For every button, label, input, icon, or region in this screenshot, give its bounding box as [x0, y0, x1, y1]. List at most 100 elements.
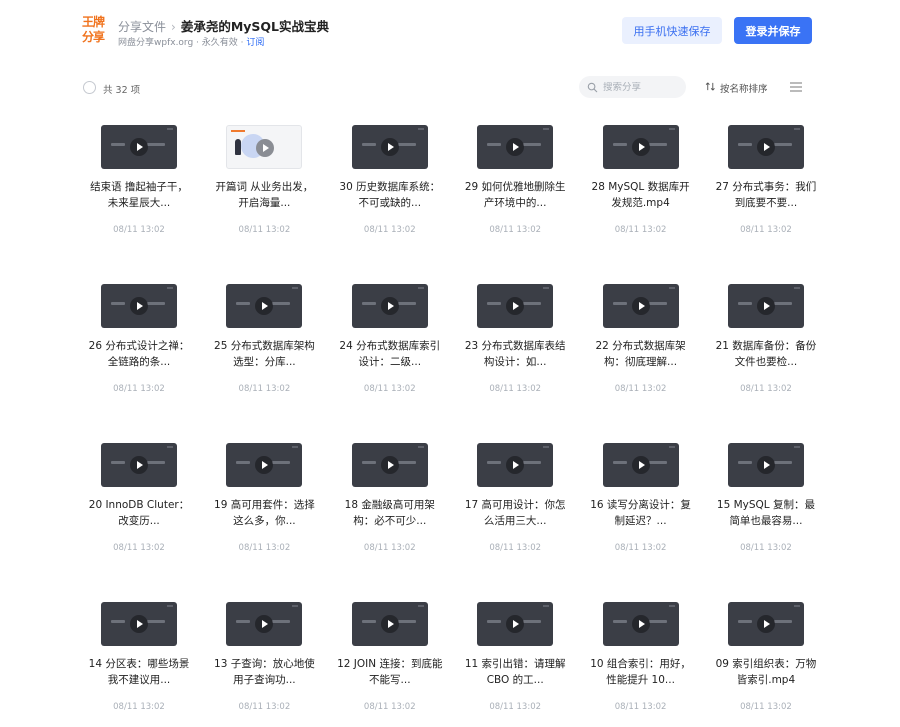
video-thumbnail[interactable]: [727, 602, 804, 646]
file-date: 08/11 13:02: [113, 543, 165, 553]
play-icon: [130, 615, 148, 633]
video-thumbnail[interactable]: [351, 443, 428, 487]
select-all-checkbox[interactable]: [83, 81, 96, 94]
video-thumbnail[interactable]: [226, 284, 303, 328]
file-name[interactable]: 09 索引组织表：万物皆索引.mp4: [712, 656, 820, 688]
play-icon: [380, 297, 399, 315]
file-item[interactable]: 12 JOIN 连接：到底能不能写... 08/11 13:02: [327, 602, 452, 727]
file-item[interactable]: 20 InnoDB Cluter：改变历... 08/11 13:02: [76, 443, 201, 602]
file-name[interactable]: 开篇词 从业务出发，开启海量...: [210, 179, 318, 211]
item-count: 共 32 项: [103, 85, 141, 96]
file-item[interactable]: 26 分布式设计之禅：全链路的条... 08/11 13:02: [76, 284, 201, 443]
file-name[interactable]: 结束语 撸起袖子干，未来星辰大...: [85, 179, 193, 211]
sort-button[interactable]: 按名称排序: [705, 81, 768, 95]
video-thumbnail[interactable]: [477, 125, 554, 169]
file-item[interactable]: 19 高可用套件：选择这么多，你... 08/11 13:02: [201, 443, 326, 602]
file-item[interactable]: 24 分布式数据库索引设计：二级... 08/11 13:02: [327, 284, 452, 443]
video-thumbnail[interactable]: [351, 602, 428, 646]
file-item[interactable]: 开篇词 从业务出发，开启海量... 08/11 13:02: [201, 125, 326, 284]
breadcrumb: 分享文件 › 姜承尧的MySQL实战宝典: [118, 16, 329, 35]
file-item[interactable]: 14 分区表：哪些场景我不建议用... 08/11 13:02: [76, 602, 201, 727]
video-thumbnail[interactable]: [602, 284, 679, 328]
video-thumbnail[interactable]: [727, 284, 804, 328]
file-name[interactable]: 18 金融级高可用架构：必不可少...: [336, 497, 444, 529]
subscribe-link[interactable]: 订阅: [246, 38, 264, 48]
file-name[interactable]: 29 如何优雅地删除生产环境中的...: [461, 179, 569, 211]
file-date: 08/11 13:02: [113, 702, 165, 712]
file-date: 08/11 13:02: [614, 702, 667, 712]
play-icon: [506, 615, 525, 633]
file-name[interactable]: 12 JOIN 连接：到底能不能写...: [336, 656, 444, 688]
play-icon: [255, 615, 274, 633]
file-item[interactable]: 22 分布式数据库架构：彻底理解... 08/11 13:02: [578, 284, 703, 443]
file-name[interactable]: 23 分布式数据库表结构设计：如...: [461, 338, 569, 370]
file-name[interactable]: 26 分布式设计之禅：全链路的条...: [85, 338, 193, 370]
file-name[interactable]: 28 MySQL 数据库开发规范.mp4: [587, 179, 695, 211]
file-item[interactable]: 11 索引出错：请理解 CBO 的工... 08/11 13:02: [452, 602, 577, 727]
file-date: 08/11 13:02: [489, 702, 542, 712]
video-thumbnail[interactable]: [727, 443, 804, 487]
file-name[interactable]: 10 组合索引：用好，性能提升 10...: [587, 656, 695, 688]
file-item[interactable]: 结束语 撸起袖子干，未来星辰大... 08/11 13:02: [76, 125, 201, 284]
file-item[interactable]: 09 索引组织表：万物皆索引.mp4 08/11 13:02: [703, 602, 828, 727]
file-name[interactable]: 19 高可用套件：选择这么多，你...: [210, 497, 318, 529]
file-date: 08/11 13:02: [489, 225, 542, 235]
file-name[interactable]: 27 分布式事务：我们到底要不要...: [712, 179, 820, 211]
file-name[interactable]: 17 高可用设计：你怎么活用三大...: [461, 497, 569, 529]
file-item[interactable]: 16 读写分离设计：复制延迟？... 08/11 13:02: [578, 443, 703, 602]
video-thumbnail[interactable]: [602, 602, 679, 646]
video-thumbnail[interactable]: [351, 125, 428, 169]
file-item[interactable]: 29 如何优雅地删除生产环境中的... 08/11 13:02: [452, 125, 577, 284]
file-name[interactable]: 22 分布式数据库架构：彻底理解...: [587, 338, 695, 370]
video-thumbnail[interactable]: [602, 443, 679, 487]
header: 王牌分享 分享文件 › 姜承尧的MySQL实战宝典 网盘分享wpfx.org · 永…: [0, 0, 900, 62]
file-item[interactable]: 28 MySQL 数据库开发规范.mp4 08/11 13:02: [578, 125, 703, 284]
video-thumbnail[interactable]: [226, 443, 303, 487]
video-thumbnail[interactable]: [477, 602, 554, 646]
file-name[interactable]: 21 数据库备份：备份文件也要检...: [712, 338, 820, 370]
login-save-button[interactable]: 登录并保存: [734, 17, 812, 44]
file-name[interactable]: 15 MySQL 复制：最简单也最容易...: [712, 497, 820, 529]
file-item[interactable]: 17 高可用设计：你怎么活用三大... 08/11 13:02: [452, 443, 577, 602]
file-date: 08/11 13:02: [238, 702, 291, 712]
video-thumbnail[interactable]: [226, 602, 303, 646]
video-thumbnail[interactable]: [101, 284, 177, 328]
file-name[interactable]: 30 历史数据库系统：不可或缺的...: [336, 179, 444, 211]
file-item[interactable]: 21 数据库备份：备份文件也要检... 08/11 13:02: [703, 284, 828, 443]
file-name[interactable]: 11 索引出错：请理解 CBO 的工...: [461, 656, 569, 688]
video-thumbnail[interactable]: [101, 125, 177, 169]
file-name[interactable]: 20 InnoDB Cluter：改变历...: [85, 497, 193, 529]
play-icon: [130, 138, 148, 156]
play-icon: [130, 456, 148, 474]
video-thumbnail[interactable]: [477, 443, 554, 487]
file-name[interactable]: 13 子查询：放心地使用子查询功...: [210, 656, 318, 688]
file-name[interactable]: 24 分布式数据库索引设计：二级...: [336, 338, 444, 370]
video-thumbnail[interactable]: [101, 602, 177, 646]
file-item[interactable]: 30 历史数据库系统：不可或缺的... 08/11 13:02: [327, 125, 452, 284]
file-item[interactable]: 15 MySQL 复制：最简单也最容易... 08/11 13:02: [703, 443, 828, 602]
file-item[interactable]: 27 分布式事务：我们到底要不要... 08/11 13:02: [703, 125, 828, 284]
search-box[interactable]: [579, 76, 686, 98]
breadcrumb-root[interactable]: 分享文件: [118, 20, 166, 34]
video-thumbnail[interactable]: [727, 125, 804, 169]
play-icon: [631, 297, 650, 315]
mobile-save-button[interactable]: 用手机快速保存: [622, 17, 722, 44]
file-name[interactable]: 16 读写分离设计：复制延迟？...: [587, 497, 695, 529]
video-thumbnail[interactable]: [226, 125, 303, 169]
file-item[interactable]: 10 组合索引：用好，性能提升 10... 08/11 13:02: [578, 602, 703, 727]
play-icon: [756, 138, 775, 156]
share-meta: 网盘分享wpfx.org · 永久有效 ·: [118, 38, 247, 48]
file-item[interactable]: 25 分布式数据库架构选型：分库... 08/11 13:02: [201, 284, 326, 443]
list-view-icon[interactable]: [790, 82, 802, 92]
file-item[interactable]: 18 金融级高可用架构：必不可少... 08/11 13:02: [327, 443, 452, 602]
logo[interactable]: 王牌分享: [82, 15, 108, 45]
file-name[interactable]: 14 分区表：哪些场景我不建议用...: [85, 656, 193, 688]
search-input[interactable]: [603, 81, 683, 93]
video-thumbnail[interactable]: [477, 284, 554, 328]
video-thumbnail[interactable]: [101, 443, 177, 487]
file-name[interactable]: 25 分布式数据库架构选型：分库...: [210, 338, 318, 370]
file-item[interactable]: 23 分布式数据库表结构设计：如... 08/11 13:02: [452, 284, 577, 443]
file-item[interactable]: 13 子查询：放心地使用子查询功... 08/11 13:02: [201, 602, 326, 727]
video-thumbnail[interactable]: [602, 125, 679, 169]
video-thumbnail[interactable]: [351, 284, 428, 328]
